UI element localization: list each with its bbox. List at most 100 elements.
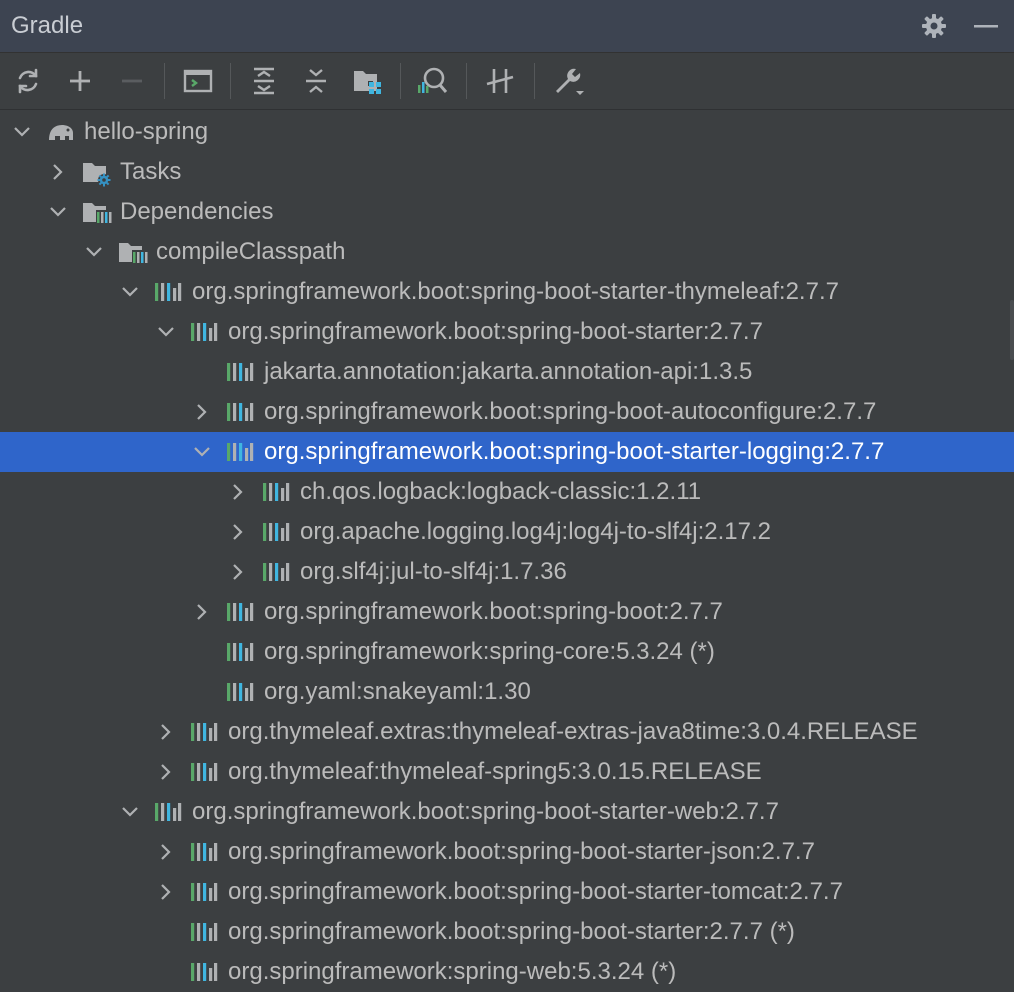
chevron-down-icon[interactable]	[156, 322, 176, 342]
tree-row[interactable]: org.springframework:spring-core:5.3.24 (…	[0, 632, 1014, 672]
library-icon	[190, 840, 218, 864]
add-icon[interactable]	[64, 65, 96, 97]
library-icon	[226, 400, 254, 424]
library-icon	[190, 920, 218, 944]
tree-row-label: org.thymeleaf:thymeleaf-spring5:3.0.15.R…	[228, 758, 762, 785]
chevron-right-icon[interactable]	[156, 722, 176, 742]
tree-row[interactable]: org.thymeleaf.extras:thymeleaf-extras-ja…	[0, 712, 1014, 752]
library-icon	[154, 800, 182, 824]
tasks-folder-icon	[82, 160, 111, 187]
gradle-toolbar	[0, 53, 1014, 110]
library-icon	[262, 480, 290, 504]
tree-row[interactable]: org.thymeleaf:thymeleaf-spring5:3.0.15.R…	[0, 752, 1014, 792]
chevron-right-icon[interactable]	[156, 882, 176, 902]
tree-row-label: org.springframework.boot:spring-boot-sta…	[264, 438, 885, 465]
chevron-down-icon[interactable]	[120, 282, 140, 302]
library-icon	[190, 760, 218, 784]
chevron-right-icon[interactable]	[228, 562, 248, 582]
toolbar-separator	[164, 63, 165, 99]
library-icon	[190, 880, 218, 904]
tree-row[interactable]: org.springframework.boot:spring-boot-sta…	[0, 872, 1014, 912]
library-icon	[262, 520, 290, 544]
tree-row-label: org.springframework.boot:spring-boot-sta…	[228, 318, 763, 345]
dependency-tree: hello-spring Tasks Dependencies compileClas…	[0, 112, 1014, 992]
panel-title: Gradle	[11, 12, 84, 39]
chevron-right-icon[interactable]	[192, 402, 212, 422]
tree-row[interactable]: compileClasspath	[0, 232, 1014, 272]
tree-row-label: Dependencies	[120, 198, 274, 225]
tree-row[interactable]: ch.qos.logback:logback-classic:1.2.11	[0, 472, 1014, 512]
collapse-all-icon[interactable]	[300, 65, 332, 97]
panel-header: Gradle	[0, 0, 1014, 53]
toolbar-separator	[230, 63, 231, 99]
tree-row[interactable]: org.springframework.boot:spring-boot-sta…	[0, 432, 1014, 472]
terminal-icon[interactable]	[182, 65, 214, 97]
gear-icon[interactable]	[920, 12, 948, 40]
tree-row[interactable]: org.springframework.boot:spring-boot:2.7…	[0, 592, 1014, 632]
chevron-down-icon[interactable]	[120, 802, 140, 822]
library-icon	[226, 360, 254, 384]
tree-row[interactable]: org.springframework.boot:spring-boot-sta…	[0, 272, 1014, 312]
minimize-icon[interactable]	[972, 12, 1000, 40]
tree-row-label: Tasks	[120, 158, 182, 185]
tree-row-label: org.springframework:spring-core:5.3.24 (…	[264, 638, 715, 665]
library-icon	[226, 440, 254, 464]
tree-row-label: jakarta.annotation:jakarta.annotation-ap…	[264, 358, 753, 385]
chevron-down-icon[interactable]	[12, 122, 32, 142]
tree-row[interactable]: org.springframework:spring-web:5.3.24 (*…	[0, 952, 1014, 992]
tree-row[interactable]: org.apache.logging.log4j:log4j-to-slf4j:…	[0, 512, 1014, 552]
tree-row[interactable]: org.yaml:snakeyaml:1.30	[0, 672, 1014, 712]
tree-row[interactable]: org.springframework.boot:spring-boot-sta…	[0, 312, 1014, 352]
chevron-down-icon[interactable]	[48, 202, 68, 222]
tree-row[interactable]: jakarta.annotation:jakarta.annotation-ap…	[0, 352, 1014, 392]
toolbar-separator	[534, 63, 535, 99]
tree-row-label: org.springframework.boot:spring-boot:2.7…	[264, 598, 723, 625]
tree-row[interactable]: org.springframework.boot:spring-boot-sta…	[0, 832, 1014, 872]
tree-row-label: org.springframework.boot:spring-boot-aut…	[264, 398, 877, 425]
library-icon	[226, 600, 254, 624]
tree-row-label: org.apache.logging.log4j:log4j-to-slf4j:…	[300, 518, 771, 545]
tree-row-label: org.springframework.boot:spring-boot-sta…	[228, 878, 843, 905]
chevron-down-icon[interactable]	[84, 242, 104, 262]
wrench-settings-icon[interactable]	[552, 65, 584, 97]
library-icon	[190, 320, 218, 344]
tree-row[interactable]: org.slf4j:jul-to-slf4j:1.7.36	[0, 552, 1014, 592]
tree-scrollbar[interactable]	[1010, 300, 1014, 360]
tree-row-label: org.slf4j:jul-to-slf4j:1.7.36	[300, 558, 567, 585]
chevron-right-icon[interactable]	[228, 522, 248, 542]
chevron-right-icon[interactable]	[48, 162, 68, 182]
toggle-offline-icon[interactable]	[484, 65, 516, 97]
folder-grid-icon[interactable]	[352, 65, 384, 97]
refresh-icon[interactable]	[12, 65, 44, 97]
library-icon	[190, 720, 218, 744]
tree-row[interactable]: org.springframework.boot:spring-boot-sta…	[0, 792, 1014, 832]
chevron-right-icon[interactable]	[192, 602, 212, 622]
library-icon	[190, 960, 218, 984]
tree-row-label: org.springframework:spring-web:5.3.24 (*…	[228, 958, 677, 985]
dependencies-folder-icon	[82, 200, 112, 224]
tree-row-label: org.thymeleaf.extras:thymeleaf-extras-ja…	[228, 718, 918, 745]
tree-row-label: org.yaml:snakeyaml:1.30	[264, 678, 531, 705]
tree-row[interactable]: Dependencies	[0, 192, 1014, 232]
toolbar-separator	[466, 63, 467, 99]
remove-icon[interactable]	[116, 65, 148, 97]
tree-row[interactable]: hello-spring	[0, 112, 1014, 152]
chevron-right-icon[interactable]	[228, 482, 248, 502]
chevron-right-icon[interactable]	[156, 842, 176, 862]
tree-row[interactable]: org.springframework.boot:spring-boot-aut…	[0, 392, 1014, 432]
tree-row-label: hello-spring	[84, 118, 209, 145]
library-icon	[226, 640, 254, 664]
tree-row-label: compileClasspath	[156, 238, 346, 265]
chevron-down-icon[interactable]	[192, 442, 212, 462]
tree-row-label: org.springframework.boot:spring-boot-sta…	[228, 838, 815, 865]
tree-row-label: ch.qos.logback:logback-classic:1.2.11	[300, 478, 702, 505]
expand-all-icon[interactable]	[248, 65, 280, 97]
tree-row[interactable]: Tasks	[0, 152, 1014, 192]
tree-row-label: org.springframework.boot:spring-boot-sta…	[192, 278, 839, 305]
library-icon	[154, 280, 182, 304]
tree-row[interactable]: org.springframework.boot:spring-boot-sta…	[0, 912, 1014, 952]
configuration-icon	[118, 240, 148, 264]
gradle-elephant-icon	[46, 120, 73, 144]
chevron-right-icon[interactable]	[156, 762, 176, 782]
analyze-dependencies-icon[interactable]	[416, 65, 448, 97]
